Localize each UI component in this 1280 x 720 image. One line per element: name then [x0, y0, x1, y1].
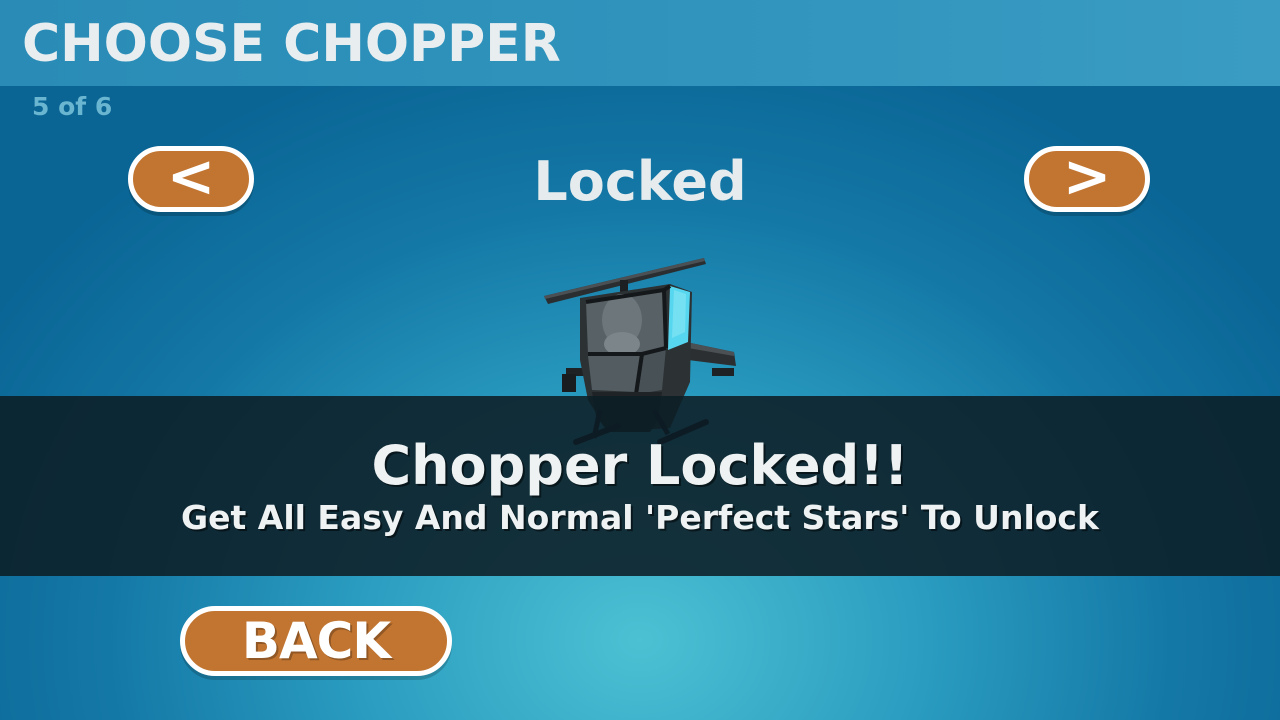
previous-arrow-label: < [166, 142, 216, 210]
locked-banner-title: Chopper Locked!! [371, 434, 909, 497]
chopper-status: Locked [533, 150, 747, 213]
next-arrow-label: > [1062, 142, 1112, 210]
page-title: CHOOSE CHOPPER [22, 14, 561, 74]
previous-chopper-button[interactable]: < [128, 146, 254, 212]
back-button[interactable]: BACK [180, 606, 452, 676]
unlock-requirement-text: Get All Easy And Normal 'Perfect Stars' … [181, 498, 1099, 537]
back-button-label: BACK [241, 612, 391, 670]
next-chopper-button[interactable]: > [1024, 146, 1150, 212]
chopper-counter: 5 of 6 [32, 92, 113, 121]
